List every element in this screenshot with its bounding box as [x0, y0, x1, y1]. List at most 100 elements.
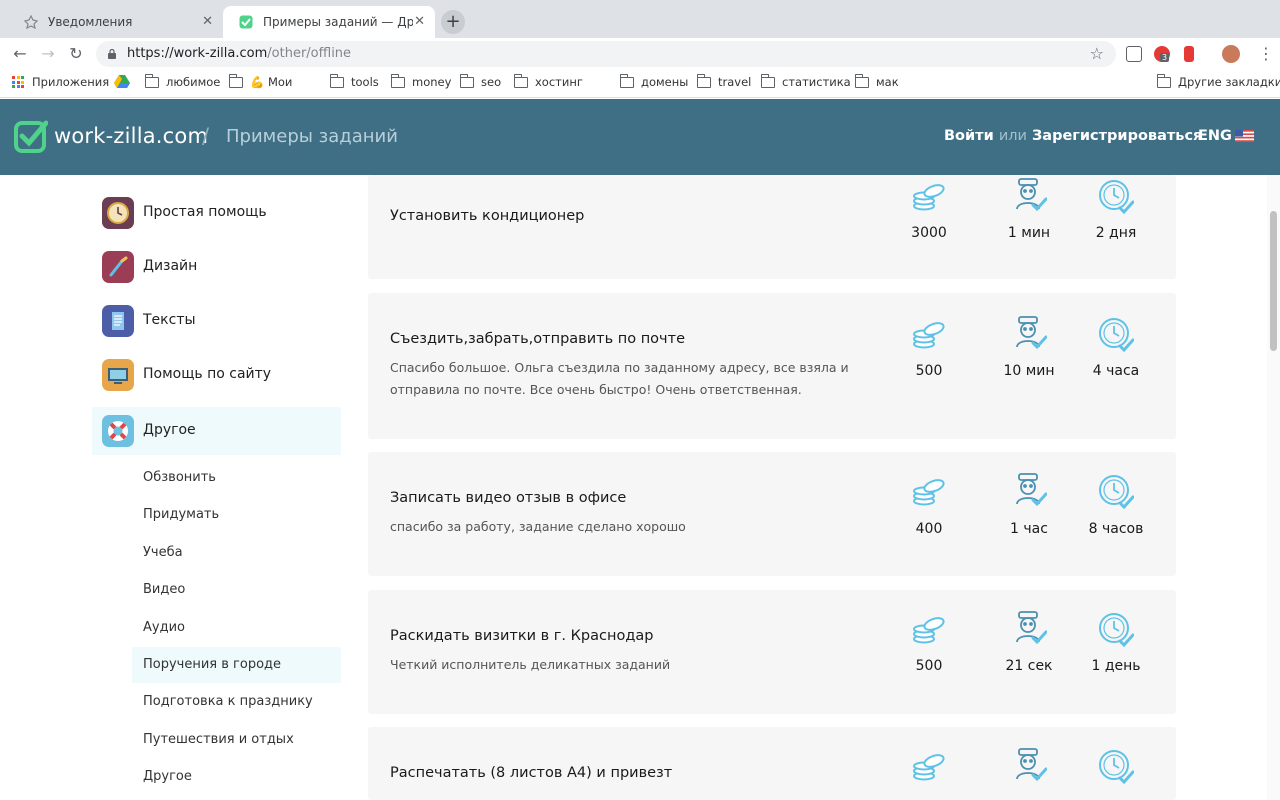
task-title[interactable]: Раскидать визитки в г. Краснодар	[390, 628, 653, 644]
task-price: 3000	[911, 225, 947, 241]
task-card[interactable]: Установить кондиционер 3000 1 мин 2 дня	[368, 175, 1176, 279]
clock-check-icon	[1098, 749, 1135, 785]
brush-icon	[102, 251, 134, 283]
bookmark-folder[interactable]: 💪 Мои	[229, 73, 292, 89]
subcategory-city-errands[interactable]: Поручения в городе	[132, 647, 341, 683]
clock-check-icon	[1098, 474, 1135, 510]
folder-icon	[330, 73, 344, 88]
logo-text[interactable]: work-zilla.com	[54, 124, 208, 148]
drive-icon[interactable]	[114, 75, 130, 88]
bookmark-label: мак	[876, 75, 899, 89]
page-scrollbar[interactable]	[1267, 175, 1280, 800]
address-bar[interactable]: https://work-zilla.com/other/offline ☆	[96, 41, 1116, 67]
sidebar-item-texts[interactable]: Тексты	[92, 297, 341, 345]
register-link[interactable]: Зарегистрироваться	[1032, 128, 1202, 144]
coins-icon	[911, 749, 947, 785]
tab-notifications[interactable]: Уведомления ✕	[8, 6, 223, 38]
adblock-icon[interactable]: 3	[1154, 46, 1170, 62]
bookmark-apps[interactable]: Приложения	[12, 75, 109, 89]
bookmark-label: Приложения	[32, 75, 110, 89]
coins-icon	[911, 612, 947, 648]
bookmark-label: домены	[641, 75, 689, 89]
bookmark-folder[interactable]: money	[391, 73, 452, 89]
scrollbar-thumb[interactable]	[1270, 211, 1277, 351]
folder-icon	[391, 73, 405, 88]
close-icon[interactable]: ✕	[414, 14, 425, 29]
folder-icon	[229, 73, 243, 88]
task-title[interactable]: Установить кондиционер	[390, 208, 584, 224]
lifebuoy-icon	[102, 415, 134, 447]
avatar[interactable]	[1222, 45, 1240, 63]
bookmark-star-icon[interactable]: ☆	[1090, 44, 1104, 63]
task-title[interactable]: Съездить,забрать,отправить по почте	[390, 331, 685, 347]
subcategory-other[interactable]: Другое	[132, 759, 341, 795]
coins-icon	[911, 317, 947, 353]
bookmark-folder[interactable]: мак	[855, 73, 899, 89]
folder-icon	[460, 73, 474, 88]
task-card[interactable]: Съездить,забрать,отправить по почте Спаси…	[368, 293, 1176, 439]
subcategory-study[interactable]: Учеба	[132, 535, 341, 571]
logo-check-icon[interactable]	[14, 119, 48, 153]
folder-icon	[1157, 73, 1171, 88]
bookmark-folder[interactable]: домены	[620, 73, 689, 89]
task-response-time: 1 час	[1010, 521, 1048, 537]
worker-icon	[1011, 177, 1048, 213]
task-response-time: 1 мин	[1007, 225, 1051, 241]
bookmarks-bar: Приложения любимое 💪 Мои tools money seo…	[0, 70, 1280, 98]
page-title: Примеры заданий	[226, 126, 398, 147]
subcategory-video[interactable]: Видео	[132, 572, 341, 608]
us-flag-icon[interactable]	[1235, 130, 1254, 142]
sidebar-item-label: Помощь по сайту	[143, 366, 272, 382]
task-review: Спасибо большое. Ольга съездила по задан…	[390, 360, 849, 397]
browser-toolbar: ← → ↻ https://work-zilla.com/other/offli…	[0, 38, 1280, 70]
workzilla-favicon-icon	[239, 15, 253, 29]
new-tab-button[interactable]: +	[441, 10, 465, 34]
reload-icon[interactable]: ↻	[66, 44, 86, 64]
bookmark-label: любимое	[166, 75, 221, 89]
folder-icon	[145, 73, 159, 88]
bookmark-folder[interactable]: seo	[460, 73, 501, 89]
task-card[interactable]: Раскидать визитки в г. Краснодар Четкий и…	[368, 590, 1176, 714]
bookmark-folder[interactable]: статистика	[761, 73, 851, 89]
url-path: /other/offline	[267, 46, 352, 61]
breadcrumb-separator: /	[202, 124, 210, 148]
sidebar-item-simple-help[interactable]: Простая помощь	[92, 189, 341, 237]
task-card[interactable]: Записать видео отзыв в офисе спасибо за р…	[368, 452, 1176, 576]
subcategory-call[interactable]: Обзвонить	[132, 460, 341, 496]
sidebar-item-other[interactable]: Другое	[92, 407, 341, 455]
url-host: https://work-zilla.com	[127, 46, 268, 61]
task-duration: 2 дня	[1095, 225, 1137, 241]
sidebar-item-design[interactable]: Дизайн	[92, 243, 341, 291]
bookmark-extension-icon[interactable]	[1184, 46, 1194, 62]
task-card[interactable]: Распечатать (8 листов А4) и привезт	[368, 727, 1176, 800]
task-title[interactable]: Распечатать (8 листов А4) и привезт	[390, 765, 672, 781]
browser-menu-icon[interactable]: ⋮	[1258, 44, 1274, 64]
bookmark-folder[interactable]: хостинг	[514, 73, 583, 89]
forward-arrow-icon[interactable]: →	[38, 44, 58, 64]
bookmark-folder[interactable]: travel	[697, 73, 752, 89]
back-arrow-icon[interactable]: ←	[10, 44, 30, 64]
site-header: work-zilla.com / Примеры заданий Войти и…	[0, 99, 1280, 175]
subcategory-travel[interactable]: Путешествия и отдых	[132, 722, 341, 758]
task-review: спасибо за работу, задание сделано хорош…	[390, 519, 686, 534]
task-price: 400	[915, 521, 943, 537]
bookmark-label: travel	[718, 75, 752, 89]
extension-cast-icon[interactable]	[1126, 46, 1142, 62]
adblock-badge: 3	[1160, 53, 1170, 62]
subcategory-holiday[interactable]: Подготовка к празднику	[132, 684, 341, 720]
worker-icon	[1011, 610, 1048, 646]
tab-examples[interactable]: Примеры заданий — Другие ✕	[223, 6, 435, 38]
worker-icon	[1011, 747, 1048, 783]
task-price: 500	[915, 658, 943, 674]
bookmark-folder[interactable]: Другие закладки	[1157, 73, 1280, 89]
subcategory-audio[interactable]: Аудио	[132, 610, 341, 646]
login-link[interactable]: Войти	[944, 128, 994, 144]
close-icon[interactable]: ✕	[202, 14, 213, 29]
bookmark-folder[interactable]: tools	[330, 73, 379, 89]
language-switch[interactable]: ENG	[1198, 128, 1232, 144]
bookmark-label: money	[412, 75, 452, 89]
sidebar-item-site-help[interactable]: Помощь по сайту	[92, 351, 341, 399]
subcategory-invent[interactable]: Придумать	[132, 497, 341, 533]
task-title[interactable]: Записать видео отзыв в офисе	[390, 490, 626, 506]
bookmark-folder[interactable]: любимое	[145, 73, 221, 89]
